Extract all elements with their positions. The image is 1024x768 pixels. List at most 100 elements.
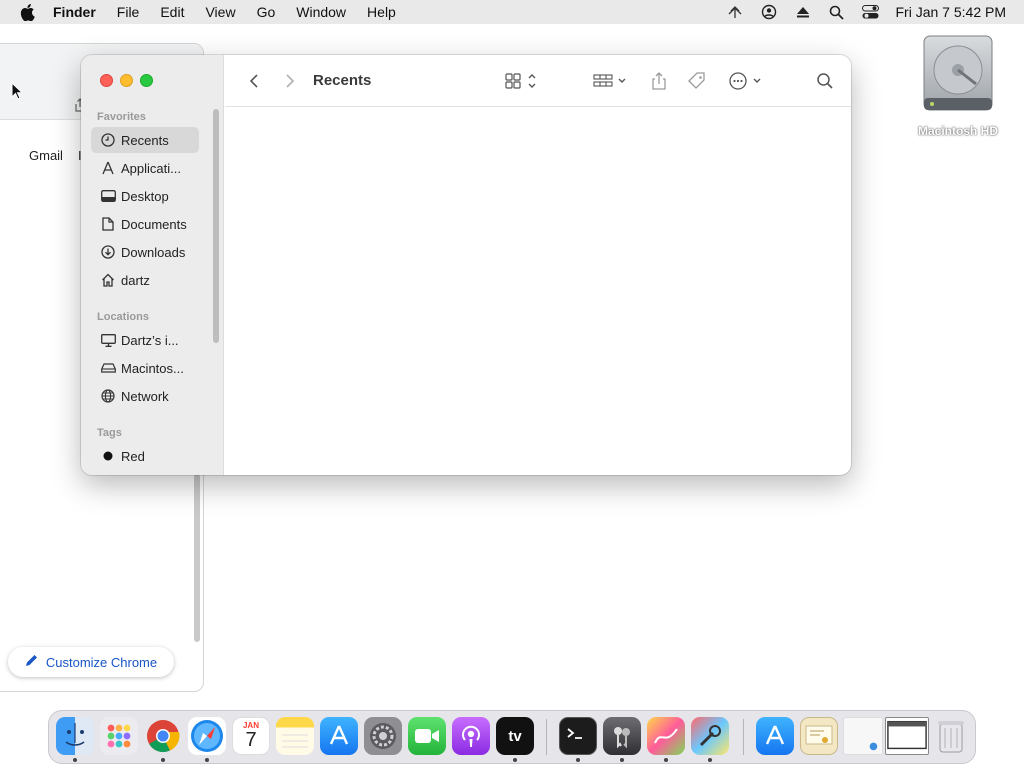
sidebar-item-network[interactable]: Network xyxy=(91,383,199,409)
sidebar-item-tag-red[interactable]: Red xyxy=(91,443,199,469)
keys-icon xyxy=(614,727,630,749)
dock-podcasts[interactable] xyxy=(452,717,490,755)
pencil-icon xyxy=(25,654,38,670)
forward-chevron-icon[interactable] xyxy=(281,69,299,93)
sidebar-item-home[interactable]: dartz xyxy=(91,267,199,293)
finder-face-icon xyxy=(65,723,85,746)
sidebar-item-label: Applicati... xyxy=(121,160,181,176)
dock-directory-utility[interactable] xyxy=(691,717,729,755)
dock-app-store[interactable] xyxy=(320,717,358,755)
dock-terminal[interactable] xyxy=(559,717,597,755)
sidebar-scrollbar[interactable] xyxy=(213,109,219,343)
sidebar-item-label: Red xyxy=(121,448,145,464)
sidebar-item-downloads[interactable]: Downloads xyxy=(91,239,199,265)
group-by-icon[interactable] xyxy=(591,69,631,93)
apple-tv-label: tv xyxy=(508,727,522,745)
terminal-prompt-icon xyxy=(567,728,582,739)
finder-window[interactable]: Favorites Recents Applicati... Desktop D… xyxy=(81,55,851,475)
control-center-icon[interactable] xyxy=(862,3,880,21)
dock-minimized-window-2[interactable] xyxy=(885,717,929,755)
dock-keychain-access[interactable] xyxy=(603,717,641,755)
gmail-link[interactable]: Gmail xyxy=(29,148,63,163)
window-title: Recents xyxy=(313,72,372,89)
sidebar-item-computer[interactable]: Dartz’s i... xyxy=(91,327,199,353)
dock-separator xyxy=(546,719,547,755)
sidebar-item-applications[interactable]: Applicati... xyxy=(91,155,199,181)
app-store-a-icon xyxy=(329,725,349,745)
tags-header: Tags xyxy=(97,427,122,439)
menu-bar: Finder File Edit View Go Window Help Fri… xyxy=(0,0,1024,24)
sidebar-item-macintosh-hd[interactable]: Macintos... xyxy=(91,355,199,381)
eject-icon[interactable] xyxy=(794,3,812,21)
applications-icon xyxy=(100,160,116,176)
clock-icon xyxy=(100,132,116,148)
window-thumbnail-icon xyxy=(887,720,927,750)
view-mode-icon[interactable] xyxy=(503,69,543,93)
menu-help[interactable]: Help xyxy=(367,4,396,20)
back-chevron-icon[interactable] xyxy=(245,69,263,93)
share-icon[interactable] xyxy=(647,69,671,93)
dock-safari[interactable] xyxy=(188,717,226,755)
more-actions-icon[interactable] xyxy=(727,69,767,93)
dock-finder[interactable] xyxy=(56,717,94,755)
airdrop-icon[interactable] xyxy=(726,3,744,21)
running-indicator xyxy=(73,758,77,762)
menu-window[interactable]: Window xyxy=(296,4,346,20)
tag-icon[interactable] xyxy=(685,69,709,93)
search-icon[interactable] xyxy=(813,69,837,93)
download-icon xyxy=(100,244,116,260)
customize-chrome-button[interactable]: Customize Chrome xyxy=(8,647,174,677)
dock-chrome[interactable] xyxy=(144,717,182,755)
chrome-logo-icon xyxy=(147,720,180,753)
dock-minimized-window[interactable] xyxy=(843,717,883,755)
dock-grapher[interactable] xyxy=(647,717,685,755)
dock-facetime[interactable] xyxy=(408,717,446,755)
dock-apple-tv[interactable]: tv xyxy=(496,717,534,755)
menu-view[interactable]: View xyxy=(205,4,235,20)
dock-notes[interactable] xyxy=(276,717,314,755)
dock-trash[interactable] xyxy=(932,717,970,755)
dock-certificate-assistant[interactable] xyxy=(800,717,838,755)
menu-edit[interactable]: Edit xyxy=(160,4,184,20)
user-icon[interactable] xyxy=(760,3,778,21)
graph-icon xyxy=(654,728,678,744)
sidebar-item-label: Dartz’s i... xyxy=(121,332,179,348)
apple-menu-icon[interactable] xyxy=(17,2,37,22)
zoom-button[interactable] xyxy=(140,74,153,87)
close-button[interactable] xyxy=(100,74,113,87)
sidebar-item-desktop[interactable]: Desktop xyxy=(91,183,199,209)
trash-icon xyxy=(938,721,964,753)
desktop-hd-icon[interactable]: Macintosh HD xyxy=(908,34,1008,138)
sidebar-item-label: Downloads xyxy=(121,244,186,260)
dock-separator xyxy=(743,719,744,755)
sidebar-item-label: Recents xyxy=(121,132,169,148)
document-icon xyxy=(100,216,116,232)
dock-launchpad[interactable] xyxy=(100,717,138,755)
mouse-pointer-icon xyxy=(11,81,24,100)
dock: JAN 7 tv xyxy=(48,710,976,764)
menu-go[interactable]: Go xyxy=(257,4,276,20)
hd-label: Macintosh HD xyxy=(917,124,998,138)
running-indicator xyxy=(576,758,580,762)
sidebar-item-label: Macintos... xyxy=(121,360,184,376)
spotlight-icon[interactable] xyxy=(828,3,846,21)
sidebar-item-label: Network xyxy=(121,388,169,404)
minimize-button[interactable] xyxy=(120,74,133,87)
dock-system-preferences[interactable] xyxy=(364,717,402,755)
video-camera-icon xyxy=(415,729,439,743)
dock-calendar[interactable]: JAN 7 xyxy=(232,717,270,755)
chrome-scrollbar[interactable] xyxy=(194,474,200,642)
tag-dot-icon xyxy=(100,448,116,464)
sidebar-item-documents[interactable]: Documents xyxy=(91,211,199,237)
wrench-icon xyxy=(699,725,721,747)
menu-file[interactable]: File xyxy=(117,4,140,20)
dock-app-store-folder[interactable] xyxy=(756,717,794,755)
launchpad-grid-icon xyxy=(107,724,131,748)
running-indicator xyxy=(708,758,712,762)
sidebar-item-recents[interactable]: Recents xyxy=(91,127,199,153)
menu-app-name[interactable]: Finder xyxy=(53,4,96,20)
menubar-clock[interactable]: Fri Jan 7 5:42 PM xyxy=(896,4,1007,20)
locations-header: Locations xyxy=(97,311,149,323)
app-store-a-icon xyxy=(765,725,785,745)
status-area: Fri Jan 7 5:42 PM xyxy=(710,0,1007,24)
